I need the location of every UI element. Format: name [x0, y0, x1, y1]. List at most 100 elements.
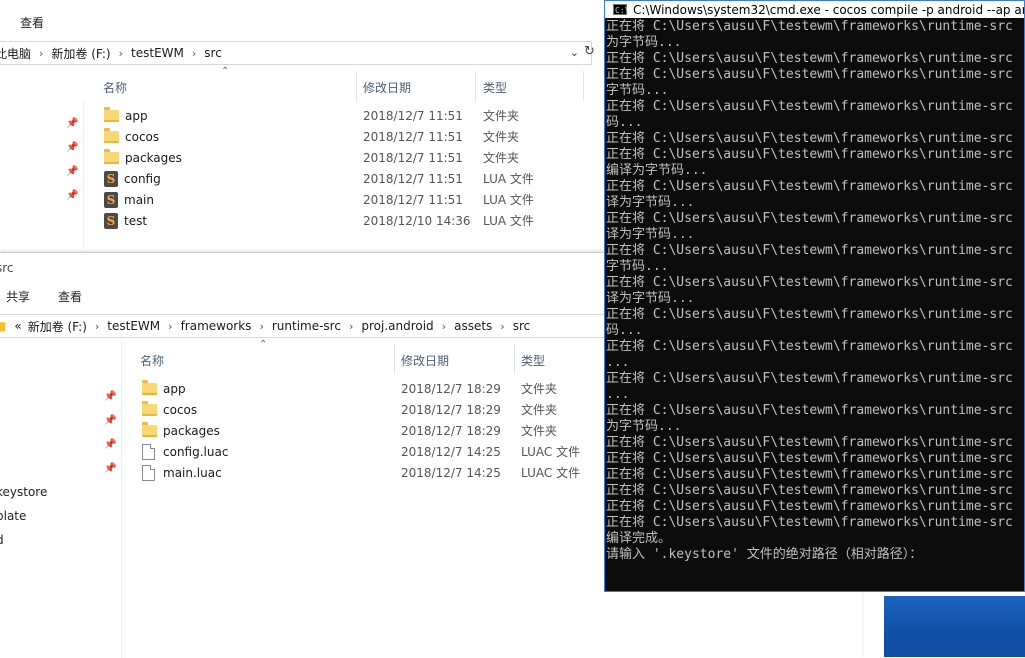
cmd-icon: C:\	[613, 4, 630, 15]
file-date: 2018/12/7 11:51	[363, 108, 463, 123]
column-header-type[interactable]: 类型	[483, 79, 507, 96]
folder-icon	[104, 127, 119, 143]
file-name-cell[interactable]: cocos	[104, 127, 159, 144]
file-row[interactable]: Smain 2018/12/7 11:51 LUA 文件	[104, 189, 584, 210]
file-name-cell[interactable]: cocos	[142, 400, 197, 417]
console-line: 正在将 C:\Users\ausu\F\testewm\frameworks\r…	[606, 211, 1013, 226]
pin-icon[interactable]: 📌	[66, 118, 78, 129]
breadcrumb-chevron-icon[interactable]: ›	[259, 320, 263, 333]
file-row[interactable]: app 2018/12/7 11:51 文件夹	[104, 105, 584, 126]
console-output[interactable]: 正在将 C:\Users\ausu\F\testewm\frameworks\r…	[606, 19, 1024, 591]
file-name-cell[interactable]: main.luac	[142, 464, 222, 481]
file-name-cell[interactable]: Sconfig	[104, 170, 161, 187]
file-name-cell[interactable]: packages	[142, 421, 220, 438]
file-row[interactable]: cocos 2018/12/7 18:29 文件夹	[142, 399, 602, 420]
file-name-cell[interactable]: packages	[104, 148, 182, 165]
file-row[interactable]: app 2018/12/7 18:29 文件夹	[142, 378, 602, 399]
pin-icon[interactable]: 📌	[66, 142, 78, 153]
file-name-cell[interactable]: app	[142, 379, 186, 396]
pin-icon[interactable]: 📌	[66, 190, 78, 201]
console-line: 码...	[606, 115, 643, 130]
column-divider[interactable]	[514, 344, 515, 374]
file-row[interactable]: packages 2018/12/7 18:29 文件夹	[142, 420, 602, 441]
file-row[interactable]: Stest 2018/12/10 14:36 LUA 文件	[104, 210, 584, 231]
explorer-window-top: 查看 此电脑 › 新加卷 (F:) › testEWM › src ⌄ ↻ ⌃ 名称 …	[0, 0, 604, 252]
file-date: 2018/12/7 14:25	[401, 465, 501, 480]
breadcrumb-chevron-icon[interactable]: ›	[168, 320, 172, 333]
nav-item-keystore[interactable]: keystore	[0, 485, 47, 499]
breadcrumb-runtime-src[interactable]: runtime-src	[272, 319, 341, 333]
breadcrumb-src[interactable]: src	[513, 319, 531, 333]
file-date: 2018/12/7 11:51	[363, 192, 463, 207]
pin-icon[interactable]: 📌	[104, 391, 116, 402]
breadcrumb-chevron-icon[interactable]: ›	[349, 320, 353, 333]
console-line: 字节码...	[606, 83, 669, 98]
console-line: 正在将 C:\Users\ausu\F\testewm\frameworks\r…	[606, 275, 1013, 290]
breadcrumb-overflow[interactable]: «	[14, 319, 21, 333]
console-line: 正在将 C:\Users\ausu\F\testewm\frameworks\r…	[606, 339, 1013, 354]
column-header-name[interactable]: 名称	[103, 79, 127, 96]
console-line: 正在将 C:\Users\ausu\F\testewm\frameworks\r…	[606, 51, 1013, 66]
ribbon-tab-view[interactable]: 查看	[58, 288, 82, 305]
file-date: 2018/12/7 11:51	[363, 129, 463, 144]
breadcrumb-chevron-icon[interactable]: ›	[192, 47, 196, 60]
file-row[interactable]: config.luac 2018/12/7 14:25 LUAC 文件	[142, 441, 602, 462]
file-name-cell[interactable]: app	[104, 106, 148, 123]
console-line: 译为字节码...	[606, 195, 695, 210]
breadcrumb-frameworks[interactable]: frameworks	[181, 319, 252, 333]
file-name-cell[interactable]: config.luac	[142, 443, 228, 460]
ribbon-tab-share[interactable]: 共享	[6, 288, 30, 305]
console-line: 字节码...	[606, 259, 669, 274]
breadcrumb-chevron-icon[interactable]: ›	[500, 320, 504, 333]
breadcrumb-drive[interactable]: 新加卷 (F:)	[51, 45, 110, 62]
file-type: LUAC 文件	[521, 466, 581, 480]
breadcrumb-this-pc[interactable]: 此电脑	[0, 45, 31, 62]
breadcrumb-testewm[interactable]: testEWM	[107, 319, 160, 333]
nav-item-d[interactable]: d	[0, 533, 4, 547]
pin-icon[interactable]: 📌	[104, 463, 116, 474]
sort-ascending-icon: ⌃	[221, 66, 230, 77]
file-type: 文件夹	[521, 382, 558, 396]
breadcrumb-drive[interactable]: 新加卷 (F:)	[28, 318, 87, 335]
column-header-name[interactable]: 名称	[140, 352, 164, 369]
pin-icon[interactable]: 📌	[66, 166, 78, 177]
column-divider[interactable]	[394, 344, 395, 374]
cmd-titlebar[interactable]: C:\ C:\Windows\system32\cmd.exe - cocos …	[605, 1, 1024, 18]
ribbon-tab-view[interactable]: 查看	[20, 14, 44, 31]
console-line: ...	[606, 355, 630, 370]
column-header-type[interactable]: 类型	[521, 352, 545, 369]
file-type: 文件夹	[483, 151, 520, 165]
file-row[interactable]: cocos 2018/12/7 11:51 文件夹	[104, 126, 584, 147]
file-row[interactable]: main.luac 2018/12/7 14:25 LUAC 文件	[142, 462, 602, 483]
breadcrumb-chevron-icon[interactable]: ›	[39, 47, 43, 60]
pin-icon[interactable]: 📌	[104, 415, 116, 426]
column-header-date[interactable]: 修改日期	[363, 79, 411, 96]
pin-icon[interactable]: 📌	[104, 439, 116, 450]
cmd-title: C:\Windows\system32\cmd.exe - cocos comp…	[633, 2, 1024, 17]
refresh-icon[interactable]: ↻	[584, 44, 595, 59]
file-row[interactable]: packages 2018/12/7 11:51 文件夹	[104, 147, 584, 168]
column-header-date[interactable]: 修改日期	[401, 352, 449, 369]
folder-icon	[142, 379, 157, 395]
address-bar[interactable]: 此电脑 › 新加卷 (F:) › testEWM › src ⌄	[0, 41, 592, 65]
address-dropdown-icon[interactable]: ⌄	[570, 46, 579, 59]
cmd-window[interactable]: C:\ C:\Windows\system32\cmd.exe - cocos …	[604, 0, 1025, 592]
breadcrumb-chevron-icon[interactable]: ›	[95, 320, 99, 333]
column-divider[interactable]	[583, 71, 584, 101]
file-name-cell[interactable]: Stest	[104, 212, 147, 229]
breadcrumb-chevron-icon[interactable]: ›	[119, 47, 123, 60]
console-line: 译为字节码...	[606, 291, 695, 306]
breadcrumb-src[interactable]: src	[204, 46, 222, 60]
breadcrumb-chevron-icon[interactable]: ›	[442, 320, 446, 333]
column-divider[interactable]	[475, 71, 476, 101]
breadcrumb-proj-android[interactable]: proj.android	[361, 319, 433, 333]
file-name-cell[interactable]: Smain	[104, 191, 154, 208]
address-bar[interactable]: ■ « 新加卷 (F:) › testEWM › frameworks › runti…	[0, 314, 606, 338]
file-row[interactable]: Sconfig 2018/12/7 11:51 LUA 文件	[104, 168, 584, 189]
breadcrumb-assets[interactable]: assets	[454, 319, 492, 333]
console-line: 正在将 C:\Users\ausu\F\testewm\frameworks\r…	[606, 67, 1013, 82]
column-divider[interactable]	[356, 71, 357, 101]
nav-pane-divider	[83, 100, 84, 250]
nav-item-plate[interactable]: plate	[0, 509, 26, 523]
breadcrumb-testewm[interactable]: testEWM	[131, 46, 184, 60]
